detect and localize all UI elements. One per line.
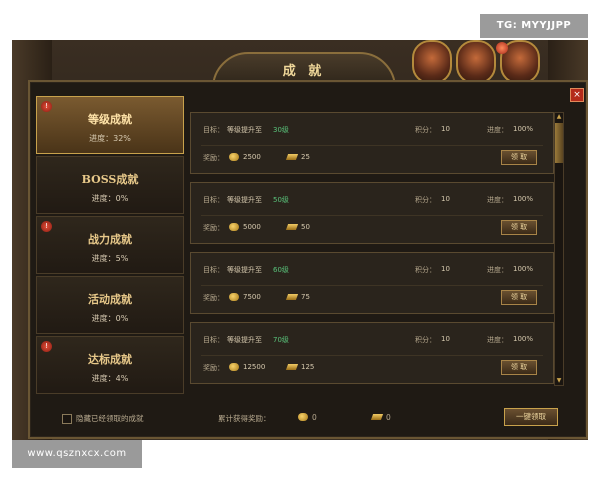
divider [201, 145, 543, 146]
hide-claimed-label[interactable]: 隐藏已经领取的成就 [76, 413, 144, 424]
ingot-icon [285, 154, 299, 160]
hero-portrait-1[interactable] [412, 40, 452, 84]
scroll-down-icon[interactable]: ▼ [555, 377, 563, 385]
goal-label: 目标： [203, 336, 224, 344]
category-list: ! 等级成就 进度：32% BOSS成就 进度：0% ! 战力成就 进度：5% … [36, 96, 184, 398]
goal-label: 目标： [203, 266, 224, 274]
achievement-card: 目标： 等级提升至 70级 积分： 10 进度： 100% 奖励： 12500 … [190, 322, 554, 384]
claim-button[interactable]: 领 取 [501, 290, 537, 305]
progress-value: 100% [513, 125, 534, 133]
goal-text: 等级提升至 [227, 196, 262, 204]
points-label: 积分： [415, 196, 436, 204]
claim-button[interactable]: 领 取 [501, 220, 537, 235]
category-name: 活动成就 [88, 293, 132, 306]
reward-label: 奖励： [203, 154, 224, 162]
gem-icon [496, 42, 508, 54]
goal-label: 目标： [203, 196, 224, 204]
total-ingot: 0 [386, 413, 391, 422]
tg-label: TG: MYYJJPP [480, 14, 588, 38]
ingot-icon [370, 414, 384, 420]
goal-level: 60级 [273, 266, 289, 274]
achievement-card: 目标： 等级提升至 50级 积分： 10 进度： 100% 奖励： 5000 5… [190, 182, 554, 244]
points-label: 积分： [415, 266, 436, 274]
checkbox-icon[interactable] [62, 414, 72, 424]
category-name: 等级成就 [88, 113, 132, 126]
category-progress: 进度：4% [91, 374, 129, 383]
progress-label: 进度： [487, 196, 508, 204]
goal-level: 50级 [273, 196, 289, 204]
ingot-amount: 75 [301, 293, 310, 301]
progress-value: 100% [513, 265, 534, 273]
progress-label: 进度： [487, 126, 508, 134]
gold-coin-icon [229, 153, 239, 161]
category-boss[interactable]: BOSS成就 进度：0% [36, 156, 184, 214]
gold-coin-icon [229, 293, 239, 301]
total-gold: 0 [312, 413, 317, 422]
claim-button[interactable]: 领 取 [501, 150, 537, 165]
ingot-amount: 50 [301, 223, 310, 231]
gold-coin-icon [298, 413, 308, 421]
gold-coin-icon [229, 223, 239, 231]
achievement-card: 目标： 等级提升至 30级 积分： 10 进度： 100% 奖励： 2500 2… [190, 112, 554, 174]
points-value: 10 [441, 265, 450, 273]
achievement-list: 目标： 等级提升至 30级 积分： 10 进度： 100% 奖励： 2500 2… [190, 96, 554, 386]
close-icon[interactable]: × [570, 88, 584, 102]
goal-text: 等级提升至 [227, 336, 262, 344]
goal-text: 等级提升至 [227, 266, 262, 274]
category-level[interactable]: ! 等级成就 进度：32% [36, 96, 184, 154]
ingot-amount: 25 [301, 153, 310, 161]
goal-text: 等级提升至 [227, 126, 262, 134]
footer-bar: 隐藏已经领取的成就 累计获得奖励： 0 0 一键领取 [28, 402, 584, 432]
reward-label: 奖励： [203, 224, 224, 232]
claim-all-button[interactable]: 一键领取 [504, 408, 558, 426]
progress-label: 进度： [487, 336, 508, 344]
category-name: 战力成就 [88, 233, 132, 246]
category-name: BOSS成就 [81, 173, 139, 186]
points-value: 10 [441, 195, 450, 203]
achievement-card: 目标： 等级提升至 60级 积分： 10 进度： 100% 奖励： 7500 7… [190, 252, 554, 314]
category-progress: 进度：5% [91, 254, 129, 263]
category-standard[interactable]: ! 达标成就 进度：4% [36, 336, 184, 394]
points-label: 积分： [415, 126, 436, 134]
gold-amount: 5000 [243, 223, 261, 231]
points-value: 10 [441, 125, 450, 133]
points-label: 积分： [415, 336, 436, 344]
hero-portrait-2[interactable] [456, 40, 496, 84]
ingot-icon [285, 224, 299, 230]
ingot-icon [285, 294, 299, 300]
scrollbar[interactable]: ▲ ▼ [554, 112, 564, 386]
category-activity[interactable]: 活动成就 进度：0% [36, 276, 184, 334]
divider [201, 215, 543, 216]
watermark: www.qsznxcx.com [12, 440, 142, 468]
category-progress: 进度：0% [91, 194, 129, 203]
goal-level: 30级 [273, 126, 289, 134]
scrollbar-thumb[interactable] [555, 123, 563, 163]
reward-label: 奖励： [203, 364, 224, 372]
goal-level: 70级 [273, 336, 289, 344]
gold-amount: 12500 [243, 363, 266, 371]
scroll-up-icon[interactable]: ▲ [555, 113, 563, 121]
goal-label: 目标： [203, 126, 224, 134]
points-value: 10 [441, 335, 450, 343]
ingot-amount: 125 [301, 363, 315, 371]
gold-amount: 7500 [243, 293, 261, 301]
divider [201, 285, 543, 286]
category-name: 达标成就 [88, 353, 132, 366]
reward-label: 奖励： [203, 294, 224, 302]
progress-value: 100% [513, 335, 534, 343]
total-reward-label: 累计获得奖励： [218, 414, 271, 423]
divider [201, 355, 543, 356]
category-progress: 进度：0% [91, 314, 129, 323]
progress-value: 100% [513, 195, 534, 203]
category-power[interactable]: ! 战力成就 进度：5% [36, 216, 184, 274]
claim-button[interactable]: 领 取 [501, 360, 537, 375]
gold-coin-icon [229, 363, 239, 371]
progress-label: 进度： [487, 266, 508, 274]
gold-amount: 2500 [243, 153, 261, 161]
ingot-icon [285, 364, 299, 370]
category-progress: 进度：32% [89, 134, 131, 143]
